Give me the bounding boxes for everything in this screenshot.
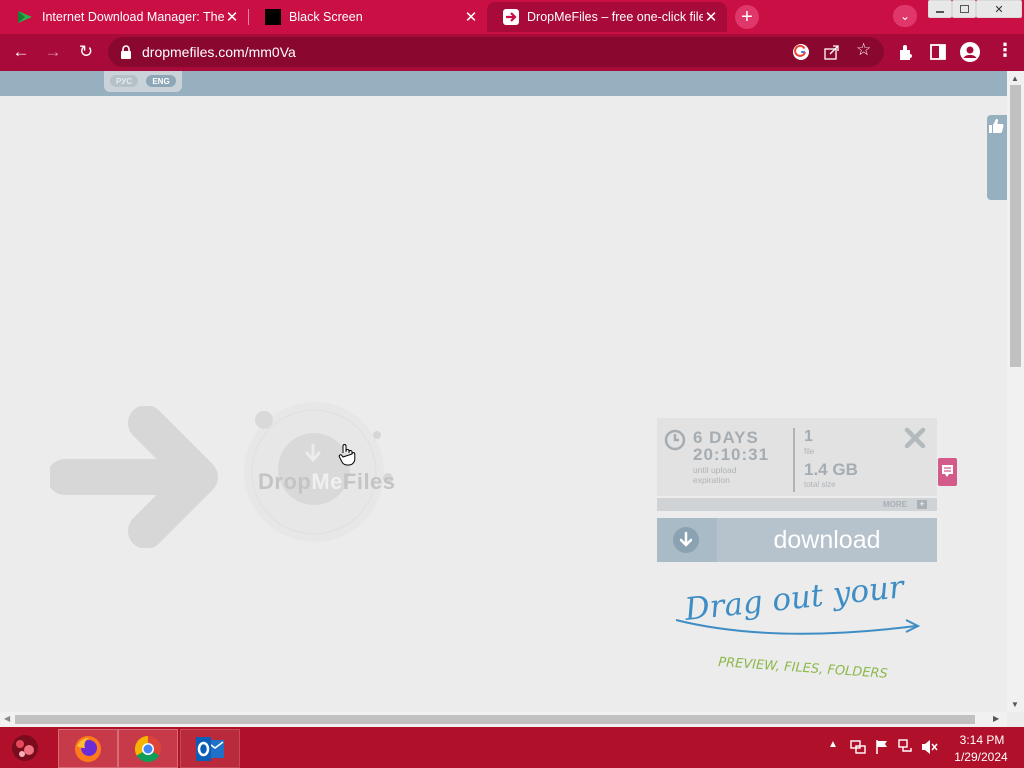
taskbar-outlook[interactable] <box>180 729 240 768</box>
taskbar: ▲ <box>0 727 1024 768</box>
volume-muted-icon[interactable] <box>921 739 939 755</box>
profile-avatar-icon[interactable] <box>959 41 981 63</box>
chevron-down-icon: ⌄ <box>899 9 911 23</box>
more-label: MORE <box>883 500 907 509</box>
kebab-menu-icon[interactable]: ⋮ <box>996 40 1014 61</box>
restore-button[interactable] <box>952 0 976 18</box>
close-icon: ✕ <box>994 3 1004 16</box>
total-size: 1.4 GB <box>804 460 858 479</box>
browser-toolbar: ← → ↻ dropmefiles.com/mm0Va ☆ ⋮ <box>0 34 1024 71</box>
bookmark-star-icon[interactable]: ☆ <box>856 40 871 60</box>
thumbs-up-icon <box>989 118 1004 134</box>
tab-title: Internet Download Manager: The <box>42 10 224 24</box>
download-icon-box <box>657 518 717 562</box>
tab-title: Black Screen <box>289 10 363 24</box>
download-button[interactable]: download <box>657 518 937 562</box>
share-icon[interactable] <box>824 44 840 60</box>
brand-files: Files <box>342 469 396 494</box>
side-panel-icon[interactable] <box>930 44 946 60</box>
close-icon[interactable]: ✕ <box>463 8 479 26</box>
scroll-left-icon[interactable]: ◀ <box>4 714 10 723</box>
network-icon[interactable] <box>898 739 914 755</box>
lock-icon <box>121 45 131 59</box>
minimize-icon <box>936 11 944 13</box>
close-window-button[interactable]: ✕ <box>976 0 1022 18</box>
horizontal-scrollbar[interactable]: ◀ ▶ <box>0 712 1007 727</box>
lang-eng[interactable]: ENG <box>146 75 176 87</box>
arrow-left-icon: ← <box>12 42 30 61</box>
dropmefiles-favicon-icon <box>503 9 519 25</box>
extensions-icon[interactable] <box>897 44 914 61</box>
network-devices-icon[interactable] <box>850 739 866 755</box>
chrome-icon <box>134 735 161 762</box>
forward-button[interactable]: → <box>41 40 65 64</box>
download-arrow-icon <box>673 527 699 553</box>
outlook-icon <box>196 736 224 761</box>
report-flag-button[interactable] <box>938 458 957 486</box>
scroll-down-icon[interactable]: ▼ <box>1011 700 1019 709</box>
scroll-right-icon[interactable]: ▶ <box>993 714 999 723</box>
back-button[interactable]: ← <box>9 40 33 64</box>
file-count: 1 <box>804 428 813 445</box>
drag-hint-line1: Drag out your <box>682 576 907 628</box>
brand-me: Me <box>311 469 343 494</box>
tab-idm[interactable]: Internet Download Manager: The ✕ <box>0 2 248 32</box>
reload-button[interactable]: ↻ <box>74 40 98 64</box>
scrollbar-thumb[interactable] <box>15 715 975 724</box>
restore-icon <box>959 5 969 13</box>
arrow-right-icon: → <box>44 42 62 61</box>
file-count-label: file <box>804 447 815 456</box>
plus-icon: + <box>741 5 753 28</box>
lang-rus[interactable]: РУС <box>110 75 138 87</box>
scroll-up-icon[interactable]: ▲ <box>1011 74 1019 83</box>
address-bar[interactable]: dropmefiles.com/mm0Va ☆ <box>108 37 884 67</box>
more-bar[interactable]: MORE + <box>657 498 937 511</box>
idm-icon <box>18 11 32 23</box>
flag-icon <box>942 465 953 477</box>
close-icon[interactable]: ✕ <box>224 8 240 26</box>
expiration-time: 20:10:31 <box>693 445 770 464</box>
language-switcher: РУС ENG <box>104 71 182 92</box>
plus-icon: + <box>917 500 927 509</box>
like-sidebar-tab[interactable] <box>987 115 1007 200</box>
drag-hint-graphic: Drag out your PREVIEW, FILES, FOLDERS <box>675 576 921 680</box>
black-square-icon <box>265 9 281 25</box>
show-hidden-icons-icon[interactable]: ▲ <box>828 739 838 750</box>
taskbar-firefox[interactable] <box>58 729 118 768</box>
google-icon[interactable] <box>792 43 810 61</box>
action-center-flag-icon[interactable] <box>875 739 889 755</box>
hand-cursor-icon <box>338 444 356 466</box>
close-icon[interactable] <box>904 427 926 449</box>
expiration-note: until upload expiration <box>693 465 737 485</box>
clock-date[interactable]: 1/29/2024 <box>950 750 1012 764</box>
file-info-panel: 6 DAYS 20:10:31 until upload expiration … <box>657 418 937 496</box>
tab-search-button[interactable]: ⌄ <box>893 5 917 27</box>
close-icon[interactable]: ✕ <box>703 8 719 26</box>
url-text: dropmefiles.com/mm0Va <box>142 44 296 60</box>
brand-drop: Drop <box>258 469 312 494</box>
panel-divider <box>793 428 795 492</box>
clock-time[interactable]: 3:14 PM <box>958 733 1006 747</box>
tab-dropmefiles[interactable]: DropMeFiles – free one-click file ✕ <box>487 2 727 32</box>
clock-icon <box>664 429 686 451</box>
vertical-scrollbar[interactable]: ▲ ▼ <box>1007 71 1024 712</box>
big-arrow-graphic <box>50 406 218 548</box>
total-size-label: total size <box>804 480 836 489</box>
download-label: download <box>773 525 881 554</box>
minimize-button[interactable] <box>928 0 952 18</box>
firefox-icon <box>75 735 101 762</box>
start-button-icon[interactable] <box>8 732 42 764</box>
scrollbar-thumb[interactable] <box>1010 85 1021 367</box>
tab-strip: Internet Download Manager: The ✕ Black S… <box>0 0 1024 34</box>
expiration-days: 6 DAYS <box>693 428 759 447</box>
tab-title: DropMeFiles – free one-click file <box>527 10 703 24</box>
brand-wordmark: DropMeFiles <box>258 469 396 495</box>
tab-black-screen[interactable]: Black Screen ✕ <box>249 2 487 32</box>
taskbar-chrome[interactable] <box>118 729 178 768</box>
drag-hint-line2: PREVIEW, FILES, FOLDERS <box>718 655 888 680</box>
new-tab-button[interactable]: + <box>735 5 759 29</box>
reload-icon: ↻ <box>78 42 94 61</box>
